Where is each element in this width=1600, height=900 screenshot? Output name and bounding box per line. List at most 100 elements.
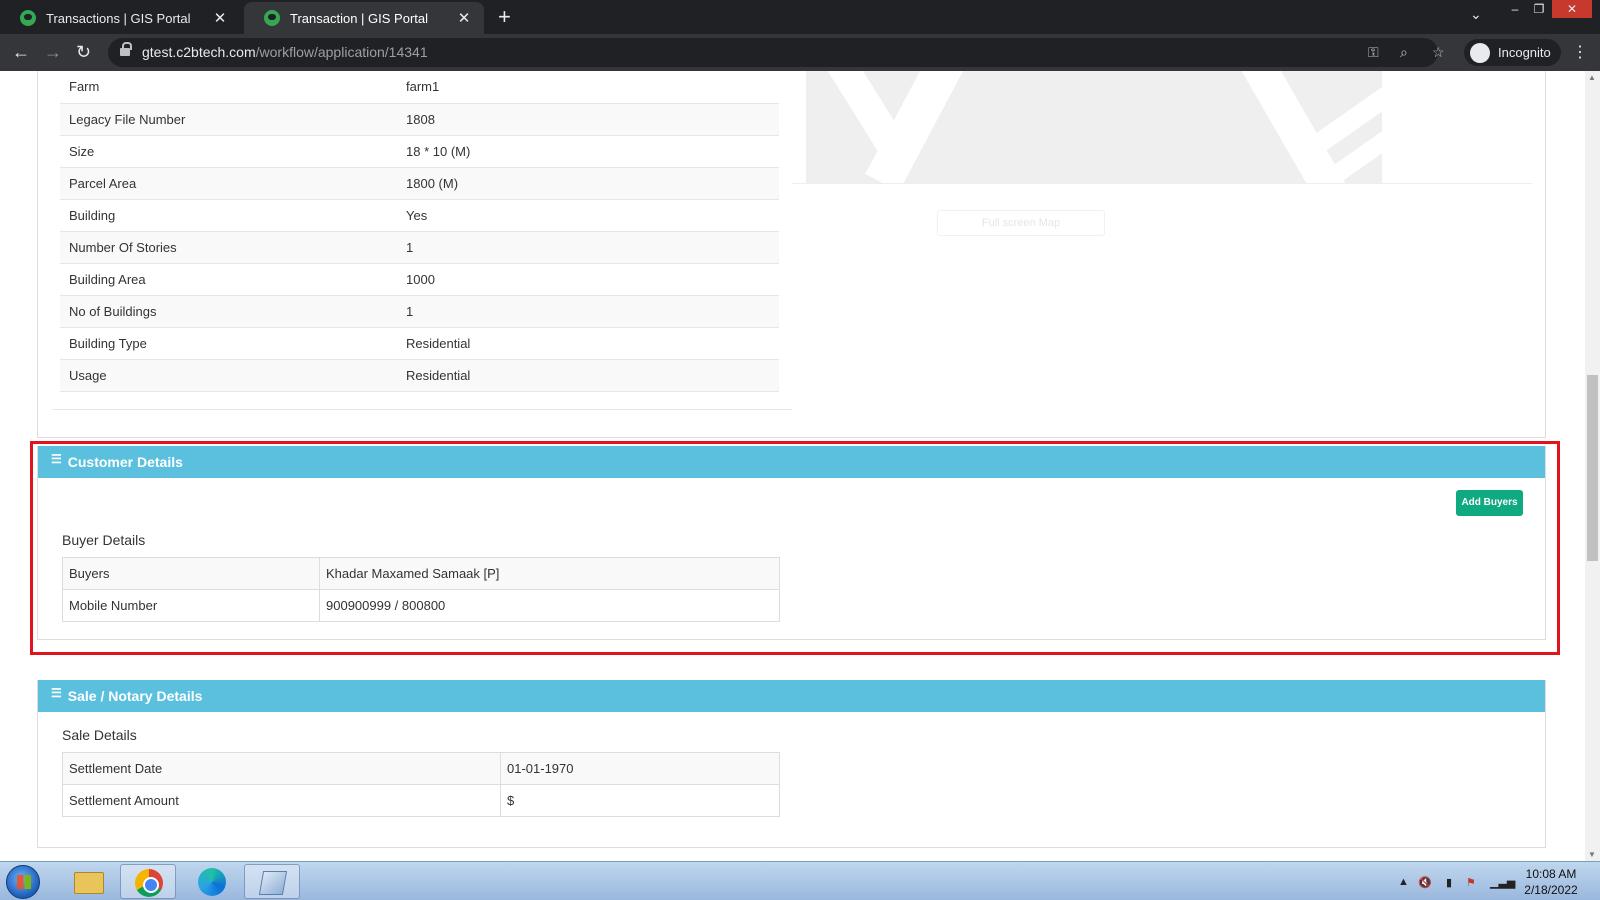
row-value: Residential <box>397 327 779 360</box>
row-label: Legacy File Number <box>60 103 397 136</box>
row-value: Yes <box>397 199 779 232</box>
table-row: Parcel Area 1800 (M) <box>60 167 779 200</box>
row-label: Number Of Stories <box>60 231 397 264</box>
row-label: Parcel Area <box>60 167 397 200</box>
section-header[interactable]: ☰ Sale / Notary Details <box>38 680 1545 712</box>
section-title: Sale / Notary Details <box>67 688 203 704</box>
gis-portal-favicon-icon <box>20 10 36 26</box>
row-value: $ <box>500 784 780 817</box>
incognito-label: Incognito <box>1498 45 1551 60</box>
table-row: Legacy File Number 1808 <box>60 103 779 136</box>
row-value: 1808 <box>397 103 779 136</box>
close-window-icon[interactable]: ✕ <box>1552 0 1592 18</box>
table-row: Farm farm1 <box>60 71 779 104</box>
minimize-icon[interactable]: – <box>1504 0 1526 18</box>
restore-icon[interactable]: ❐ <box>1528 0 1550 18</box>
table-row: No of Buildings 1 <box>60 295 779 328</box>
network-icon[interactable]: ▁▃▅ <box>1490 876 1515 889</box>
row-label: Farm <box>60 71 397 104</box>
scroll-down-icon[interactable]: ▼ <box>1588 850 1596 859</box>
close-tab-icon[interactable]: ✕ <box>456 9 472 27</box>
app-icon <box>258 871 288 895</box>
tab-title: Transactions | GIS Portal <box>46 10 191 26</box>
volume-muted-icon[interactable]: 🔇 <box>1418 876 1432 889</box>
tab-transaction[interactable]: Transaction | GIS Portal ✕ <box>244 2 484 34</box>
row-value: 1 <box>397 231 779 264</box>
tab-transactions[interactable]: Transactions | GIS Portal ✕ <box>0 2 240 34</box>
table-row: Settlement Date 01-01-1970 <box>62 752 780 785</box>
address-bar[interactable]: gtest.c2btech.com/workflow/application/1… <box>108 38 1445 67</box>
row-value: Residential <box>397 359 779 392</box>
sale-details-table: Settlement Date 01-01-1970 Settlement Amo… <box>62 752 780 817</box>
parcel-map[interactable] <box>806 71 1382 183</box>
clock-time: 10:08 AM <box>1525 867 1577 881</box>
url-text: gtest.c2btech.com/workflow/application/1… <box>142 44 428 60</box>
forward-icon[interactable]: → <box>44 42 62 62</box>
row-label: No of Buildings <box>60 295 397 328</box>
windows-taskbar: ▲ 🔇 ▮ ⚑ ▁▃▅ 10:08 AM 2/18/2022 <box>0 861 1600 900</box>
map-road <box>819 71 903 151</box>
show-hidden-icons-icon[interactable]: ▲ <box>1398 876 1409 888</box>
table-row: Usage Residential <box>60 359 779 392</box>
row-value: farm1 <box>397 71 779 104</box>
reload-icon[interactable]: ↻ <box>76 42 91 62</box>
row-value: 1000 <box>397 263 779 296</box>
row-label: Usage <box>60 359 397 392</box>
edge-icon <box>198 868 226 896</box>
new-tab-icon[interactable]: + <box>498 4 511 30</box>
url-path: /workflow/application/14341 <box>255 44 428 60</box>
key-icon[interactable]: ⚿ <box>1368 44 1379 61</box>
tab-search-chevron-icon[interactable]: ⌄ <box>1470 6 1482 23</box>
property-details-table: Farm farm1 Legacy File Number 1808 Size 18 … <box>60 71 779 392</box>
table-row: Building Yes <box>60 199 779 232</box>
taskbar-app[interactable] <box>244 864 300 899</box>
chrome-icon <box>135 869 163 897</box>
table-row: Number Of Stories 1 <box>60 231 779 264</box>
table-row: Building Area 1000 <box>60 263 779 296</box>
battery-icon[interactable]: ▮ <box>1446 876 1452 889</box>
scrollbar-thumb[interactable] <box>1587 375 1598 561</box>
row-label: Building Type <box>60 327 397 360</box>
row-label: Settlement Date <box>62 752 501 785</box>
taskbar-edge[interactable] <box>184 864 240 899</box>
table-row: Building Type Residential <box>60 327 779 360</box>
sale-notary-section: ☰ Sale / Notary Details Sale Details Set… <box>37 680 1546 848</box>
row-label: Building Area <box>60 263 397 296</box>
lock-icon <box>120 42 132 58</box>
table-row: Settlement Amount $ <box>62 784 780 817</box>
incognito-icon <box>1470 42 1490 63</box>
row-label: Size <box>60 135 397 168</box>
row-label: Settlement Amount <box>62 784 501 817</box>
taskbar-clock[interactable]: 10:08 AM 2/18/2022 <box>1515 866 1587 898</box>
taskbar-explorer[interactable] <box>60 864 116 899</box>
row-label: Building <box>60 199 397 232</box>
page-viewport: Farm farm1 Legacy File Number 1808 Size 18 … <box>0 71 1585 861</box>
row-value: 01-01-1970 <box>500 752 780 785</box>
row-value: 1800 (M) <box>397 167 779 200</box>
url-host: gtest.c2btech.com <box>142 44 256 60</box>
taskbar-chrome[interactable] <box>120 864 176 899</box>
divider <box>52 409 792 410</box>
highlight-annotation <box>30 441 1560 655</box>
tab-title: Transaction | GIS Portal <box>290 10 429 26</box>
clock-date: 2/18/2022 <box>1524 883 1578 897</box>
list-icon: ☰ <box>51 686 62 700</box>
browser-tab-strip: Transactions | GIS Portal ✕ Transaction … <box>0 0 1600 34</box>
gis-portal-favicon-icon <box>264 10 280 26</box>
page-scrollbar[interactable]: ▲ ▼ <box>1585 71 1600 861</box>
windows-start-icon[interactable] <box>6 865 40 899</box>
divider <box>792 183 1532 184</box>
back-icon[interactable]: ← <box>12 42 30 62</box>
scroll-up-icon[interactable]: ▲ <box>1588 73 1596 82</box>
action-center-icon[interactable]: ⚑ <box>1466 876 1476 889</box>
table-row: Size 18 * 10 (M) <box>60 135 779 168</box>
full-screen-map-button[interactable]: Full screen Map <box>937 210 1105 236</box>
close-tab-icon[interactable]: ✕ <box>212 9 228 27</box>
incognito-badge[interactable]: Incognito <box>1464 39 1561 66</box>
browser-toolbar: ← → ↻ gtest.c2btech.com/workflow/applica… <box>0 34 1600 71</box>
browser-menu-icon[interactable]: ⋮ <box>1572 42 1588 62</box>
folder-icon <box>74 872 104 894</box>
zoom-icon[interactable]: ⌕ <box>1400 44 1408 61</box>
bookmark-star-icon[interactable]: ☆ <box>1432 44 1445 61</box>
row-value: 1 <box>397 295 779 328</box>
